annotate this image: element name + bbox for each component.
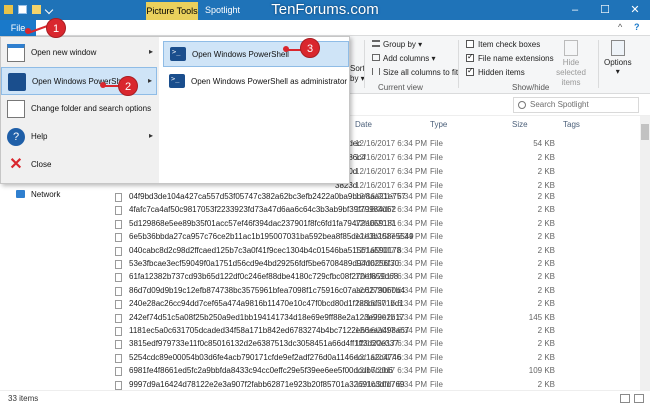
file-icon — [115, 300, 122, 310]
nav-item-network[interactable]: Network — [16, 190, 60, 199]
file-menu: Open new window ▸ Open Windows PowerShel… — [0, 36, 350, 184]
file-icon — [115, 286, 122, 296]
step-3-callout: 3 — [300, 38, 320, 58]
help-icon[interactable]: ? — [634, 22, 640, 32]
file-icon — [115, 353, 122, 363]
maximize-button[interactable]: ☐ — [590, 0, 620, 20]
title-bar: Picture Tools Spotlight TenForums.com – … — [0, 0, 650, 20]
powershell-icon — [8, 73, 26, 91]
sort-by-button[interactable]: Sort by ▾ — [350, 64, 365, 84]
add-columns-button[interactable]: Add columns ▾ — [372, 54, 435, 63]
details-view-icon[interactable] — [620, 394, 630, 403]
ribbon-tab-strip: File ^ ? — [0, 20, 650, 36]
explorer-folder-icon — [4, 5, 13, 14]
file-icon — [115, 193, 122, 202]
column-header-date[interactable]: Date — [355, 120, 372, 129]
menu-change-folder-options[interactable]: Change folder and search options — [1, 95, 157, 123]
powershell-admin-icon — [169, 74, 185, 88]
file-icon — [115, 260, 122, 269]
close-button[interactable]: ✕ — [620, 0, 650, 20]
callout-dot-1 — [25, 28, 31, 34]
file-icon — [115, 206, 122, 216]
size-columns-icon — [372, 68, 380, 75]
close-x-icon: ✕ — [9, 156, 23, 173]
callout-dot-3 — [283, 46, 289, 52]
ribbon-collapse-icon[interactable]: ^ — [618, 22, 622, 32]
search-input[interactable]: Search Spotlight — [513, 97, 639, 113]
column-header-size[interactable]: Size — [512, 120, 528, 129]
powershell-submenu: Open Windows PowerShell Open Windows Pow… — [159, 37, 349, 183]
item-check-boxes-toggle[interactable]: Item check boxes — [466, 40, 540, 49]
picture-tools-context-tab[interactable]: Picture Tools — [146, 2, 198, 20]
size-all-columns-button[interactable]: Size all columns to fit — [372, 68, 458, 77]
group-by-button[interactable]: Group by ▾ — [372, 40, 422, 49]
large-icons-view-icon[interactable] — [634, 394, 644, 403]
file-icon — [115, 380, 122, 390]
checkbox-file-name-extensions[interactable] — [466, 52, 474, 62]
file-name-extensions-toggle[interactable]: File name extensions — [466, 52, 554, 63]
hidden-items-toggle[interactable]: Hidden items — [466, 66, 525, 77]
hide-selected-items-button[interactable]: Hide selected items — [548, 40, 594, 88]
file-icon — [115, 340, 122, 350]
file-icon — [115, 327, 122, 336]
minimize-button[interactable]: – — [560, 0, 590, 20]
file-icon — [115, 313, 122, 323]
options-icon — [610, 40, 625, 56]
show-hide-group-label: Show/hide — [512, 83, 550, 92]
vertical-scrollbar[interactable] — [640, 116, 650, 390]
options-button[interactable]: Options ▾ — [604, 40, 632, 76]
current-view-group-label: Current view — [378, 83, 423, 92]
new-window-icon — [7, 44, 25, 62]
step-1-callout: 1 — [46, 18, 66, 38]
menu-open-new-window[interactable]: Open new window ▸ — [1, 39, 157, 67]
powershell-icon — [170, 47, 186, 61]
file-icon — [115, 367, 122, 377]
step-2-callout: 2 — [118, 76, 138, 96]
column-header-type[interactable]: Type — [430, 120, 447, 129]
quick-access-dropdown-icon[interactable] — [44, 5, 54, 15]
menu-open-powershell[interactable]: Open Windows PowerShell — [163, 41, 349, 67]
file-icon — [115, 273, 122, 283]
file-menu-left-pane: Open new window ▸ Open Windows PowerShel… — [1, 37, 159, 183]
ribbon-separator — [364, 40, 365, 88]
scrollbar-thumb[interactable] — [641, 124, 649, 140]
checkbox-hidden-items[interactable] — [466, 66, 474, 76]
file-icon — [115, 233, 122, 243]
group-by-icon — [372, 40, 380, 47]
menu-close[interactable]: ✕ Close — [1, 151, 157, 179]
ribbon-separator — [598, 40, 599, 88]
menu-open-powershell-admin[interactable]: Open Windows PowerShell as administrator — [163, 69, 349, 95]
hide-selected-icon — [564, 40, 578, 56]
watermark: TenForums.com — [271, 1, 379, 18]
window-title: Spotlight — [205, 5, 241, 15]
network-icon — [16, 190, 25, 198]
help-circle-icon: ? — [7, 128, 25, 146]
folder-options-icon — [7, 100, 25, 118]
add-columns-icon — [372, 54, 380, 61]
ribbon-separator — [458, 40, 459, 88]
column-header-tags[interactable]: Tags — [563, 120, 580, 129]
menu-help[interactable]: ? Help ▸ — [1, 123, 157, 151]
checkbox-item-check-boxes[interactable] — [466, 40, 474, 48]
callout-dot-2 — [100, 82, 106, 88]
status-bar: 33 items — [0, 390, 650, 406]
new-folder-icon[interactable] — [32, 5, 41, 14]
tab-file[interactable]: File — [0, 20, 36, 36]
file-icon — [115, 246, 122, 256]
item-count: 33 items — [8, 394, 39, 403]
properties-icon[interactable] — [18, 5, 27, 14]
file-icon — [115, 219, 122, 229]
